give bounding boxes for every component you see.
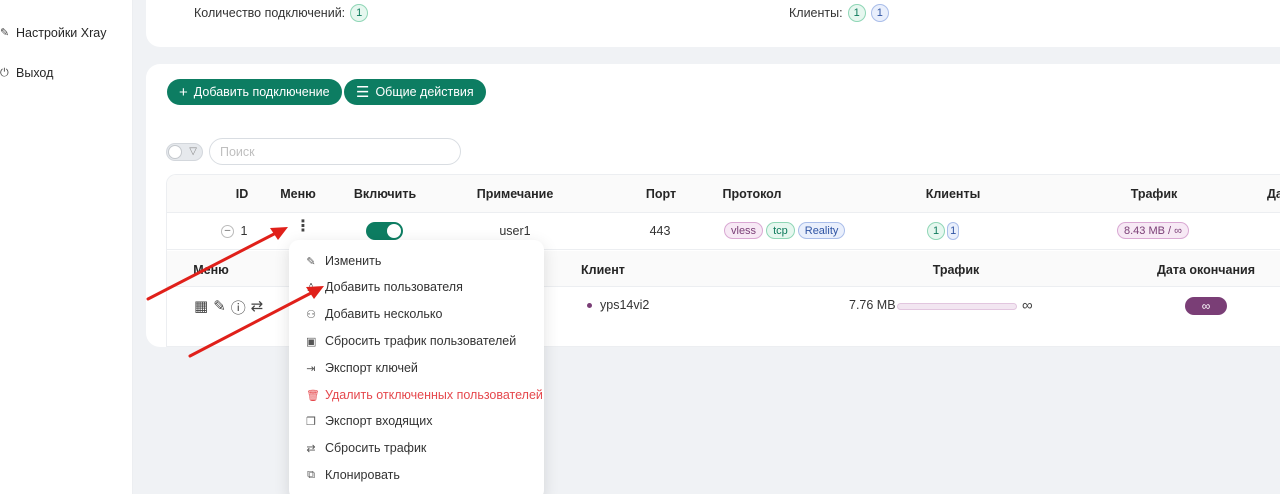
- protocol-tag-tcp: tcp: [766, 222, 795, 239]
- row-clients: 1 1: [927, 222, 960, 240]
- clone-icon: ⧉: [307, 468, 315, 481]
- subcolumn-menu: Меню: [193, 263, 229, 277]
- clients-active-badge: 1: [847, 4, 866, 22]
- retweet-icon[interactable]: ⇄: [251, 297, 264, 318]
- menu-item-label: Экспорт ключей: [325, 361, 418, 375]
- clients-label: Клиенты:: [789, 6, 843, 20]
- info-icon[interactable]: ⓘ: [231, 297, 246, 318]
- menu-item-clone[interactable]: ⧉ Клонировать: [289, 462, 544, 488]
- retweet-icon: ⇄: [306, 442, 316, 455]
- traffic-progress-bar: [897, 303, 1017, 310]
- client-name-text: yps14vi2: [600, 298, 650, 312]
- collapse-row-button[interactable]: –: [221, 225, 234, 238]
- column-clients: Клиенты: [925, 187, 981, 201]
- menu-item-label: Удалить отключенных пользователей: [325, 388, 543, 402]
- sidebar-item-logout[interactable]: ⏻ Выход: [0, 66, 53, 80]
- reset-doc-icon: ▣: [306, 335, 317, 348]
- plus-icon: +: [179, 83, 188, 101]
- menu-item-label: Сбросить трафик пользователей: [325, 334, 517, 348]
- logout-icon: ⏻: [0, 67, 9, 79]
- switch-knob: [387, 224, 401, 238]
- stats-card: Количество подключений: 1 Клиенты: 1 1: [146, 0, 1280, 47]
- general-actions-label: Общие действия: [375, 85, 474, 99]
- column-enable: Включить: [353, 187, 417, 201]
- general-actions-button[interactable]: ☰ Общие действия: [344, 79, 486, 105]
- sidebar-item-label: Настройки Xray: [16, 26, 107, 40]
- export-icon: ⇥: [306, 362, 316, 375]
- subcolumn-client: Клиент: [581, 263, 625, 277]
- client-actions: ▦ ✎ ⓘ ⇄: [194, 297, 263, 318]
- pencil-icon: ✎: [306, 255, 316, 268]
- protocol-tag-vless: vless: [724, 222, 764, 239]
- filter-toggle[interactable]: ▽: [166, 143, 203, 161]
- row-id: 1: [240, 224, 248, 238]
- users-icon: ⚇: [306, 308, 316, 321]
- copy-icon: ❐: [306, 415, 316, 428]
- connections-label: Количество подключений:: [194, 6, 346, 20]
- sidebar-item-xray-settings[interactable]: ✎ Настройки Xray: [0, 26, 106, 40]
- user-icon: ♙: [306, 281, 316, 294]
- subcolumn-expiry: Дата окончания: [1156, 263, 1256, 277]
- protocol-tags: vless tcp Reality: [724, 222, 848, 239]
- menu-item-label: Клонировать: [325, 468, 400, 482]
- row-clients-active-badge[interactable]: 1: [927, 222, 946, 240]
- add-connection-label: Добавить подключение: [193, 85, 330, 99]
- column-id: ID: [235, 187, 249, 201]
- menu-item-label: Добавить несколько: [325, 307, 443, 321]
- traffic-limit-infinity: ∞: [1022, 297, 1033, 314]
- subcolumn-traffic: Трафик: [932, 263, 980, 277]
- toggle-knob: [168, 145, 182, 159]
- table-header: ID Меню Включить Примечание Порт Протоко…: [167, 175, 1280, 213]
- sidebar-item-label: Выход: [16, 66, 54, 80]
- menu-item-label: Экспорт входящих: [325, 414, 433, 428]
- protocol-tag-reality: Reality: [797, 222, 846, 239]
- clients-total-badge: 1: [870, 4, 889, 22]
- enable-switch[interactable]: [366, 222, 403, 240]
- menu-item-add-multiple[interactable]: ⚇ Добавить несколько: [289, 301, 544, 327]
- menu-item-delete-disabled-users[interactable]: 🗑 Удалить отключенных пользователей: [289, 382, 544, 408]
- search-input[interactable]: Поиск: [209, 138, 461, 165]
- menu-item-reset-users-traffic[interactable]: ▣ Сбросить трафик пользователей: [289, 328, 544, 354]
- row-port: 443: [649, 224, 671, 238]
- status-dot: [587, 303, 592, 309]
- menu-item-export-inbounds[interactable]: ❐ Экспорт входящих: [289, 408, 544, 434]
- row-note: user1: [499, 224, 531, 238]
- menu-icon: ☰: [356, 83, 370, 101]
- column-note: Примечание: [476, 187, 554, 201]
- row-traffic-badge: 8.43 MB / ∞: [1117, 222, 1189, 239]
- row-actions-dropdown: ✎ Изменить ♙ Добавить пользователя ⚇ Доб…: [289, 240, 544, 494]
- menu-item-export-keys[interactable]: ⇥ Экспорт ключей: [289, 355, 544, 381]
- qrcode-icon[interactable]: ▦: [194, 297, 208, 318]
- column-protocol: Протокол: [722, 187, 782, 201]
- menu-item-label: Изменить: [325, 254, 382, 268]
- column-menu: Меню: [280, 187, 316, 201]
- add-connection-button[interactable]: + Добавить подключение: [167, 79, 342, 105]
- trash-icon: 🗑: [306, 389, 320, 402]
- connections-count-badge: 1: [350, 4, 369, 22]
- client-name: yps14vi2: [587, 298, 649, 312]
- column-date: Дата: [1267, 187, 1280, 201]
- clients-stat: Клиенты: 1 1: [789, 4, 889, 22]
- sidebar: ✎ Настройки Xray ⏻ Выход: [0, 0, 133, 494]
- expiry-badge: ∞: [1185, 297, 1227, 315]
- row-clients-total-badge[interactable]: 1: [947, 222, 960, 240]
- menu-item-add-user[interactable]: ♙ Добавить пользователя: [289, 274, 544, 300]
- filter-icon: ▽: [189, 146, 197, 157]
- column-port: Порт: [645, 187, 677, 201]
- row-menu-dots-icon[interactable]: ⋮: [295, 219, 311, 235]
- menu-item-label: Добавить пользователя: [325, 280, 463, 294]
- search-placeholder: Поиск: [220, 144, 255, 159]
- column-traffic: Трафик: [1130, 187, 1178, 201]
- client-traffic: 7.76 MB: [849, 298, 896, 312]
- menu-item-reset-traffic[interactable]: ⇄ Сбросить трафик: [289, 435, 544, 461]
- edit-icon[interactable]: ✎: [213, 297, 226, 318]
- menu-item-edit[interactable]: ✎ Изменить: [289, 248, 544, 274]
- menu-item-label: Сбросить трафик: [325, 441, 427, 455]
- connections-stat: Количество подключений: 1: [194, 4, 369, 22]
- wrench-icon: ✎: [0, 27, 10, 39]
